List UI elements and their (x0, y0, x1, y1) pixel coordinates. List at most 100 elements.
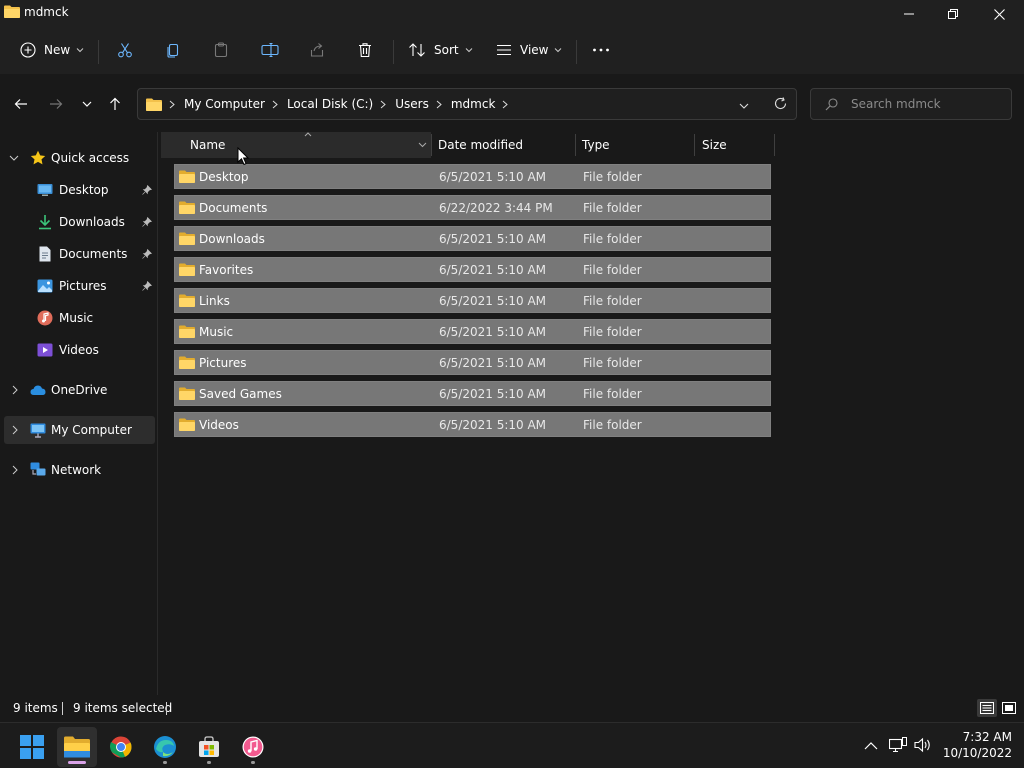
column-divider[interactable] (694, 134, 695, 156)
rename-icon (261, 42, 279, 58)
sidebar-item-label: OneDrive (51, 383, 108, 397)
chevron-right-icon (12, 385, 18, 395)
folder-icon (179, 170, 195, 183)
sidebar-item-downloads[interactable]: Downloads (0, 208, 156, 236)
file-type: File folder (583, 294, 642, 308)
column-header-size[interactable]: Size (702, 132, 772, 158)
sidebar-item-onedrive[interactable]: OneDrive (0, 376, 156, 404)
close-button[interactable] (976, 0, 1022, 28)
breadcrumb: My Computer Local Disk (C:) Users mdmck (146, 89, 517, 119)
new-button[interactable]: New (20, 34, 84, 66)
pin-icon[interactable] (142, 281, 152, 291)
sidebar-item-my-computer[interactable]: My Computer (4, 416, 155, 444)
column-header-label: Size (702, 138, 727, 152)
up-button[interactable] (103, 92, 127, 116)
sort-icon (409, 43, 425, 57)
view-button[interactable]: View (496, 34, 562, 66)
column-divider[interactable] (575, 134, 576, 156)
restore-icon (948, 9, 958, 19)
sidebar-item-music[interactable]: Music (0, 304, 156, 332)
breadcrumb-mdmck[interactable]: mdmck (451, 97, 496, 111)
file-name: Desktop (199, 170, 249, 184)
separator (393, 40, 394, 64)
address-bar[interactable]: My Computer Local Disk (C:) Users mdmck (137, 88, 797, 120)
tiles-view-button[interactable] (999, 699, 1019, 717)
system-clock[interactable]: 7:32 AM 10/10/2022 (940, 729, 1012, 761)
chevron-right-icon[interactable] (436, 100, 444, 108)
sidebar-item-quick-access[interactable]: Quick access (0, 144, 156, 172)
paste-icon (214, 42, 228, 58)
table-row[interactable]: Saved Games 6/5/2021 5:10 AM File folder (174, 381, 771, 406)
refresh-button[interactable] (774, 97, 787, 113)
sidebar-item-label: Network (51, 463, 102, 477)
chevron-right-icon[interactable] (380, 100, 388, 108)
chevron-down-icon (9, 155, 19, 161)
close-icon (993, 8, 1005, 20)
sidebar-item-videos[interactable]: Videos (0, 336, 156, 364)
folder-icon (179, 294, 195, 307)
delete-button[interactable] (357, 34, 373, 66)
show-hidden-icons-button[interactable] (861, 735, 881, 755)
window-title: mdmck (24, 5, 69, 19)
delete-icon (359, 43, 371, 58)
start-icon (20, 735, 44, 759)
paste-button[interactable] (213, 34, 229, 66)
restore-button[interactable] (930, 0, 976, 28)
back-button[interactable] (9, 92, 33, 116)
chevron-up-icon (864, 741, 878, 749)
chevron-down-icon (555, 48, 562, 53)
file-name: Pictures (199, 356, 247, 370)
search-input[interactable] (851, 96, 1001, 112)
volume-button[interactable] (913, 735, 933, 755)
star-icon (30, 150, 46, 165)
network-status-button[interactable] (888, 735, 908, 755)
sidebar-item-pictures[interactable]: Pictures (0, 272, 156, 300)
table-row[interactable]: Music 6/5/2021 5:10 AM File folder (174, 319, 771, 344)
column-header-date[interactable]: Date modified (438, 132, 578, 158)
table-row[interactable]: Documents 6/22/2022 3:44 PM File folder (174, 195, 771, 220)
column-divider[interactable] (431, 134, 432, 156)
column-header-label: Type (582, 138, 610, 152)
sidebar-item-documents[interactable]: Documents (0, 240, 156, 268)
sidebar-item-network[interactable]: Network (0, 456, 156, 484)
share-button[interactable] (309, 34, 325, 66)
copy-button[interactable] (165, 34, 181, 66)
recent-locations-button[interactable] (75, 92, 99, 116)
more-options-button[interactable] (592, 34, 610, 66)
pin-icon[interactable] (142, 249, 152, 259)
start-button[interactable] (12, 727, 52, 767)
table-row[interactable]: Videos 6/5/2021 5:10 AM File folder (174, 412, 771, 437)
speaker-icon (914, 737, 930, 753)
search-box[interactable] (810, 88, 1012, 120)
folder-icon (146, 98, 162, 111)
sidebar-item-desktop[interactable]: Desktop (0, 176, 156, 204)
forward-button[interactable] (44, 92, 68, 116)
table-row[interactable]: Pictures 6/5/2021 5:10 AM File folder (174, 350, 771, 375)
table-row[interactable]: Links 6/5/2021 5:10 AM File folder (174, 288, 771, 313)
chevron-right-icon[interactable] (502, 100, 510, 108)
separator (98, 40, 99, 64)
chevron-down-icon[interactable] (418, 142, 427, 148)
minimize-button[interactable] (886, 0, 932, 28)
chevron-right-icon[interactable] (169, 100, 177, 108)
mouse-cursor-icon (237, 147, 249, 166)
column-divider[interactable] (774, 134, 775, 156)
taskbar-chrome[interactable] (101, 727, 141, 767)
table-row[interactable]: Desktop 6/5/2021 5:10 AM File folder (174, 164, 771, 189)
cut-button[interactable] (117, 34, 133, 66)
pin-icon[interactable] (142, 185, 152, 195)
sort-button[interactable]: Sort (408, 34, 473, 66)
details-view-button[interactable] (977, 699, 997, 717)
chevron-down-icon (82, 101, 92, 107)
pin-icon[interactable] (142, 217, 152, 227)
breadcrumb-local-disk[interactable]: Local Disk (C:) (287, 97, 373, 111)
table-row[interactable]: Favorites 6/5/2021 5:10 AM File folder (174, 257, 771, 282)
breadcrumb-my-computer[interactable]: My Computer (184, 97, 265, 111)
address-history-button[interactable] (739, 99, 749, 113)
chevron-right-icon[interactable] (272, 100, 280, 108)
breadcrumb-users[interactable]: Users (395, 97, 429, 111)
table-row[interactable]: Downloads 6/5/2021 5:10 AM File folder (174, 226, 771, 251)
column-header-type[interactable]: Type (582, 132, 692, 158)
rename-button[interactable] (261, 34, 279, 66)
file-name: Favorites (199, 263, 254, 277)
